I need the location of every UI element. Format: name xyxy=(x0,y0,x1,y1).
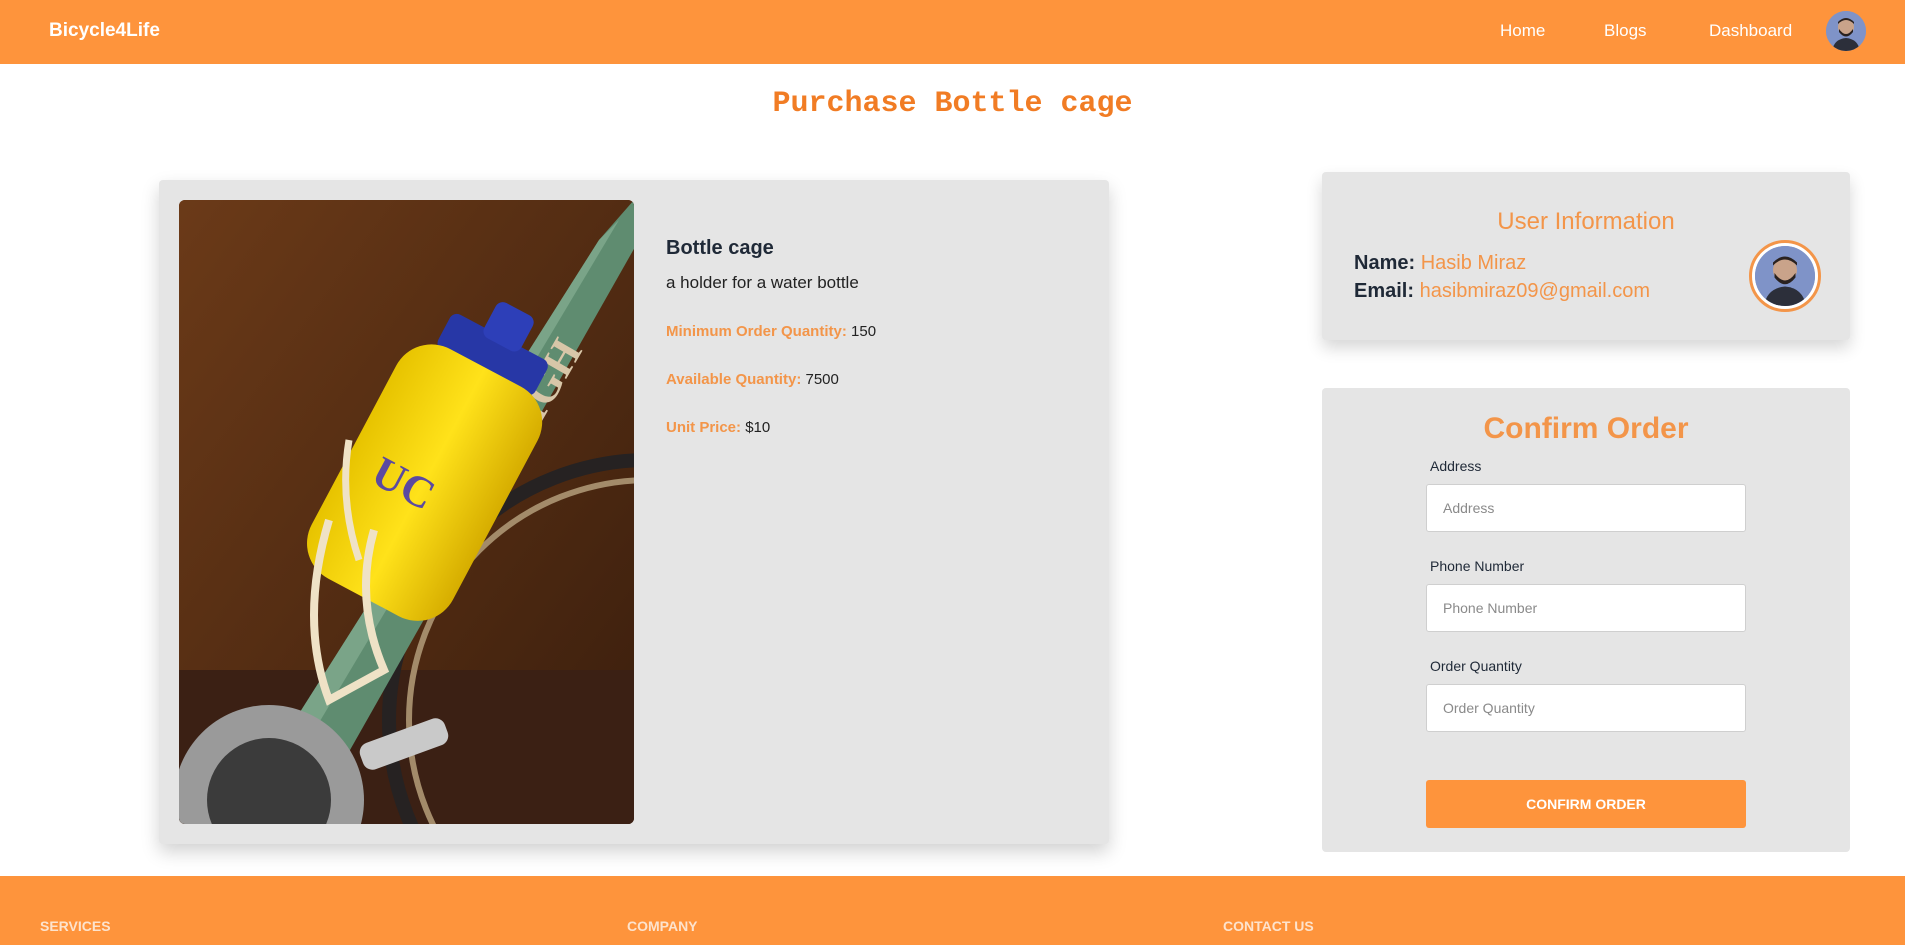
user-info-heading: User Information xyxy=(1497,208,1675,235)
email-label: Email: xyxy=(1354,280,1415,302)
profile-avatar xyxy=(1749,240,1821,312)
nav-blogs-link[interactable]: Blogs xyxy=(1604,21,1647,41)
top-navbar: Bicycle4Life Home Blogs Dashboard xyxy=(0,0,1905,64)
available-quantity: Available Quantity: 7500 xyxy=(666,371,839,388)
avatar-icon xyxy=(1826,11,1866,51)
available-value: 7500 xyxy=(805,371,839,388)
name-label: Name: xyxy=(1354,252,1416,274)
bottle-cage-photo: RALEIGH UC xyxy=(179,200,634,824)
unit-price: Unit Price: $10 xyxy=(666,419,770,436)
available-label: Available Quantity: xyxy=(666,371,802,388)
user-avatar[interactable] xyxy=(1826,11,1866,51)
user-name-line: Name: Hasib Miraz xyxy=(1354,252,1526,275)
min-order-value: 150 xyxy=(851,323,877,340)
phone-input[interactable] xyxy=(1426,584,1746,632)
quantity-label: Order Quantity xyxy=(1430,658,1522,674)
name-value: Hasib Miraz xyxy=(1420,252,1527,274)
product-image: RALEIGH UC xyxy=(179,200,634,824)
confirm-order-heading: Confirm Order xyxy=(1483,412,1689,445)
footer-services-heading: Services xyxy=(40,918,111,934)
email-value: hasibmiraz09@gmail.com xyxy=(1419,280,1650,302)
order-quantity-input[interactable] xyxy=(1426,684,1746,732)
phone-label: Phone Number xyxy=(1430,558,1525,574)
price-value: $10 xyxy=(745,419,771,436)
address-label: Address xyxy=(1430,458,1482,474)
user-email-line: Email: hasibmiraz09@gmail.com xyxy=(1354,280,1650,303)
min-order-quantity: Minimum Order Quantity: 150 xyxy=(666,323,876,340)
page-title: Purchase Bottle cage xyxy=(772,87,1133,121)
address-input[interactable] xyxy=(1426,484,1746,532)
product-card: RALEIGH UC Bottle cage a holder for a wa… xyxy=(159,180,1109,844)
price-label: Unit Price: xyxy=(666,419,742,436)
footer: Services Company Contact us xyxy=(0,876,1905,945)
min-order-label: Minimum Order Quantity: xyxy=(666,323,847,340)
user-information-card: User Information Name: Hasib Miraz Email… xyxy=(1322,172,1850,340)
product-name: Bottle cage xyxy=(666,237,774,259)
footer-contact-heading: Contact us xyxy=(1223,918,1314,934)
nav-home-link[interactable]: Home xyxy=(1500,21,1545,41)
brand-logo[interactable]: Bicycle4Life xyxy=(49,20,160,42)
confirm-order-button[interactable]: Confirm Order xyxy=(1426,780,1746,828)
footer-company-heading: Company xyxy=(627,918,698,934)
profile-avatar-icon xyxy=(1755,246,1815,306)
product-description: a holder for a water bottle xyxy=(666,273,859,292)
nav-dashboard-link[interactable]: Dashboard xyxy=(1709,21,1792,41)
confirm-order-card: Confirm Order Address Phone Number Order… xyxy=(1322,388,1850,852)
